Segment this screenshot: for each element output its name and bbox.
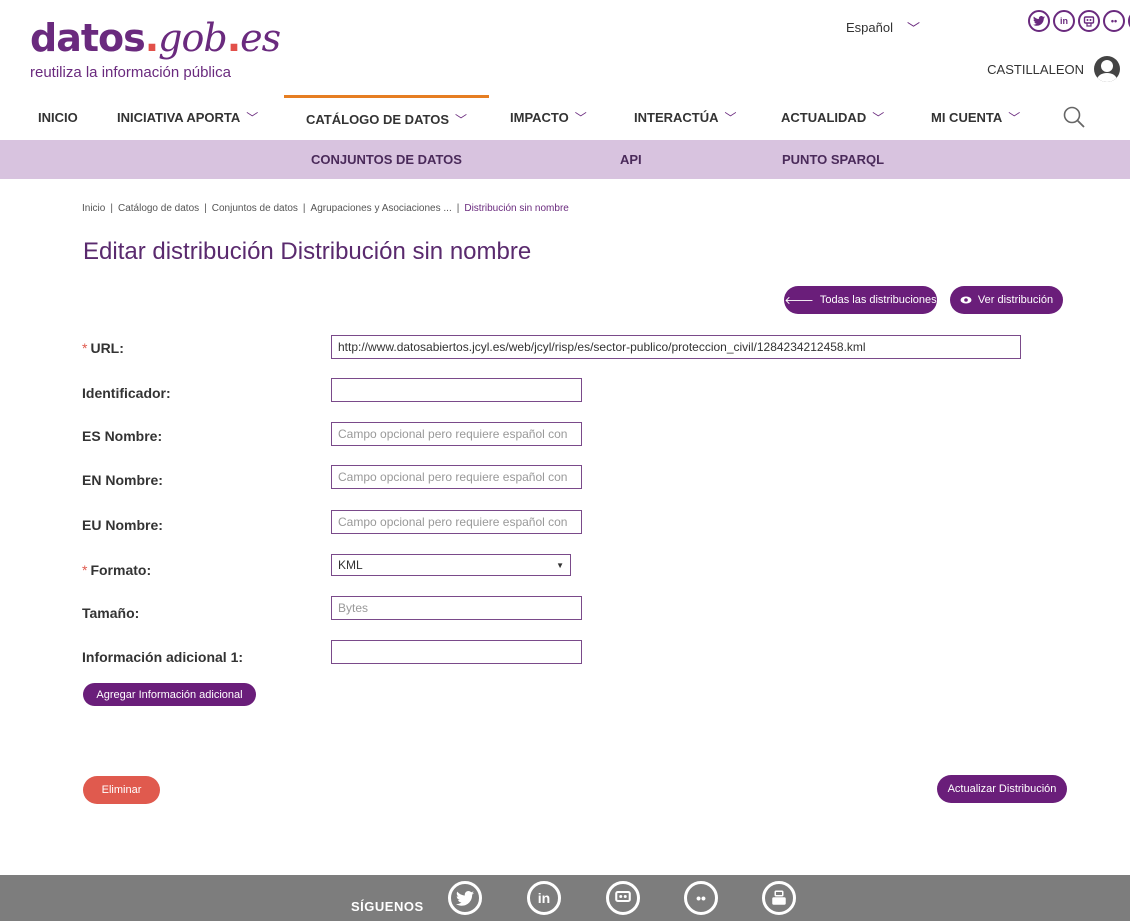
delete-button[interactable]: Eliminar xyxy=(83,776,160,804)
chevron-down-icon: ﹀ xyxy=(454,112,467,127)
breadcrumb-link[interactable]: Agrupaciones y Asociaciones ... xyxy=(311,203,452,214)
breadcrumb-current: Distribución sin nombre xyxy=(464,203,569,214)
breadcrumb-link[interactable]: Catálogo de datos xyxy=(118,203,199,214)
en-name-input[interactable]: Campo opcional pero requiere español con xyxy=(331,465,582,489)
url-input[interactable]: http://www.datosabiertos.jcyl.es/web/jcy… xyxy=(331,335,1021,359)
additional-info-label: Información adicional 1: xyxy=(82,649,244,665)
user-avatar-icon xyxy=(1094,56,1120,82)
es-name-input[interactable]: Campo opcional pero requiere español con xyxy=(331,422,582,446)
chevron-down-icon: ﹀ xyxy=(246,111,259,125)
breadcrumb-link[interactable]: Conjuntos de datos xyxy=(212,203,298,214)
caret-down-icon: ▼ xyxy=(556,560,564,570)
site-logo[interactable]: datos.gob.es reutiliza la información pú… xyxy=(30,16,281,81)
update-distribution-button[interactable]: Actualizar Distribución xyxy=(937,775,1067,803)
github-icon[interactable] xyxy=(606,881,640,915)
user-menu[interactable]: CASTILLALEON xyxy=(987,56,1120,82)
chevron-down-icon: ﹀ xyxy=(872,111,885,125)
eu-name-input[interactable]: Campo opcional pero requiere español con xyxy=(331,510,582,534)
chevron-down-icon: ﹀ xyxy=(906,21,920,36)
chevron-down-icon: ﹀ xyxy=(724,111,737,125)
url-label: * URL: xyxy=(82,340,124,356)
footer: SÍGUENOS in •• xyxy=(0,875,1130,921)
en-name-label: EN Nombre: xyxy=(82,472,163,488)
nav-item-actualidad[interactable]: ACTUALIDAD ﹀ xyxy=(781,95,884,140)
header-social-links: in •• xyxy=(1028,10,1130,32)
all-distributions-button[interactable]: 🡐 Todas las distribuciones xyxy=(784,286,937,314)
nav-item-mi-cuenta[interactable]: MI CUENTA ﹀ xyxy=(931,95,1020,140)
chevron-down-icon: ﹀ xyxy=(1008,111,1021,125)
es-name-label: ES Nombre: xyxy=(82,428,163,444)
identifier-input[interactable] xyxy=(331,378,582,402)
breadcrumb: Inicio | Catálogo de datos | Conjuntos de da… xyxy=(82,203,569,214)
youtube-icon[interactable] xyxy=(762,881,796,915)
search-icon[interactable] xyxy=(1063,106,1085,128)
add-additional-info-button[interactable]: Agregar Información adicional xyxy=(83,683,256,706)
subnav-item-api[interactable]: API xyxy=(620,140,642,179)
twitter-icon[interactable] xyxy=(1028,10,1050,32)
eu-name-label: EU Nombre: xyxy=(82,517,163,533)
nav-item-inicio[interactable]: INICIO xyxy=(38,95,78,140)
logo-tagline: reutiliza la información pública xyxy=(30,64,231,81)
size-label: Tamaño: xyxy=(82,605,140,621)
nav-item-impacto[interactable]: IMPACTO ﹀ xyxy=(510,95,587,140)
sub-nav: CONJUNTOS DE DATOS API PUNTO SPARQL xyxy=(0,140,1130,179)
view-distribution-button[interactable]: Ver distribución xyxy=(950,286,1063,314)
main-nav: INICIO INICIATIVA APORTA ﹀ CATÁLOGO DE DA… xyxy=(0,95,1130,140)
linkedin-icon[interactable]: in xyxy=(1053,10,1075,32)
language-label: Español xyxy=(846,20,893,35)
breadcrumb-link[interactable]: Inicio xyxy=(82,203,105,214)
subnav-item-punto-sparql[interactable]: PUNTO SPARQL xyxy=(782,140,884,179)
language-selector[interactable]: Español ﹀ xyxy=(846,18,920,37)
github-icon[interactable] xyxy=(1078,10,1100,32)
eye-icon xyxy=(960,296,972,304)
additional-info-input[interactable] xyxy=(331,640,582,664)
identifier-label: Identificador: xyxy=(82,385,171,401)
twitter-icon[interactable] xyxy=(448,881,482,915)
follow-us-label: SÍGUENOS xyxy=(351,899,424,914)
chevron-down-icon: ﹀ xyxy=(574,111,587,125)
flickr-icon[interactable]: •• xyxy=(684,881,718,915)
page-title: Editar distribución Distribución sin nom… xyxy=(83,238,532,265)
format-selected-value: KML xyxy=(338,558,363,572)
flickr-icon[interactable]: •• xyxy=(1103,10,1125,32)
arrow-left-icon: 🡐 xyxy=(784,295,814,307)
subnav-item-conjuntos-de-datos[interactable]: CONJUNTOS DE DATOS xyxy=(311,140,462,179)
nav-item-interactua[interactable]: INTERACTÚA ﹀ xyxy=(634,95,737,140)
format-select[interactable]: KML ▼ xyxy=(331,554,571,576)
nav-item-iniciativa-aporta[interactable]: INICIATIVA APORTA ﹀ xyxy=(117,95,258,140)
linkedin-icon[interactable]: in xyxy=(527,881,561,915)
logo-wordmark: datos.gob.es xyxy=(30,16,281,60)
nav-item-catalogo-de-datos[interactable]: CATÁLOGO DE DATOS ﹀ xyxy=(284,95,489,140)
size-input[interactable]: Bytes xyxy=(331,596,582,620)
username: CASTILLALEON xyxy=(987,61,1084,77)
format-label: * Formato: xyxy=(82,562,152,578)
